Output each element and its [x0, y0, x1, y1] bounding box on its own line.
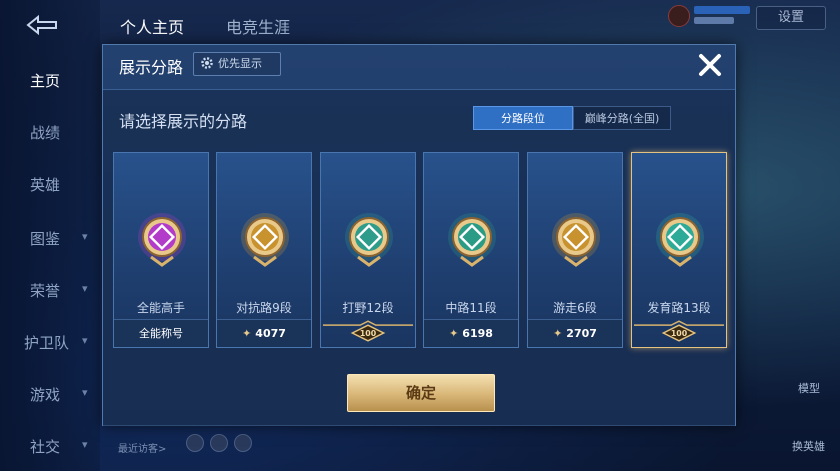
tab-peak-lane[interactable]: 巅峰分路(全国) — [573, 106, 671, 130]
lane-rank-label: 打野12段 — [342, 301, 394, 315]
lane-emblem-icon — [241, 213, 289, 267]
card-footer: ✦ 6198 — [424, 319, 518, 347]
lane-emblem-icon — [448, 213, 496, 267]
priority-display-label: 优先显示 — [218, 57, 262, 70]
sidebar: 主页 战绩 英雄 图鉴 ▾ 荣誉 ▾ 护卫队 ▾ 游戏 ▾ 社交 ▾ — [0, 0, 100, 471]
lane-emblem-icon — [656, 213, 704, 267]
switch-hero-button[interactable]: 换英雄 — [792, 438, 825, 454]
lane-card[interactable]: 对抗路9段 ✦ 4077 — [216, 152, 312, 348]
back-arrow-icon[interactable] — [22, 14, 62, 36]
lane-rank-label: 发育路13段 — [647, 301, 711, 315]
status-badge — [694, 17, 734, 24]
chevron-down-icon: ▾ — [82, 438, 88, 451]
sidebar-item-label: 护卫队 — [24, 334, 70, 352]
settings-button[interactable]: 设置 — [756, 6, 826, 30]
sidebar-item-honor[interactable]: 荣誉 ▾ — [0, 280, 100, 301]
sidebar-item-label: 社交 — [30, 438, 61, 456]
lane-card[interactable]: 打野12段 100 — [320, 152, 416, 348]
model-button[interactable]: 模型 — [798, 380, 820, 396]
card-footer: 全能称号 — [114, 319, 208, 347]
lane-card[interactable]: 全能高手 全能称号 — [113, 152, 209, 348]
tier-value: 100 — [360, 329, 377, 338]
avatar[interactable] — [668, 5, 690, 27]
sidebar-item-label: 主页 — [30, 72, 61, 90]
dialog-body: 请选择展示的分路 分路段位 巅峰分路(全国) 全能高手 全能称号 对抗路9段 ✦ 407… — [103, 89, 735, 426]
tab-profile[interactable]: 个人主页 — [120, 14, 184, 38]
dialog-title: 展示分路 — [119, 58, 184, 77]
card-footer: ✦ 2707 — [528, 319, 622, 347]
rank-points: 2707 — [566, 327, 597, 340]
lane-rank-label: 全能高手 — [136, 301, 185, 315]
points-icon: ✦ — [449, 327, 459, 340]
tab-esports[interactable]: 电竞生涯 — [226, 14, 290, 38]
lane-emblem-icon — [345, 213, 393, 267]
status-badge — [694, 6, 750, 14]
tier-value: 100 — [671, 329, 688, 338]
lane-emblem-icon — [138, 213, 186, 267]
lane-rank-label: 中路11段 — [445, 301, 497, 315]
title-label: 全能称号 — [139, 327, 183, 340]
lane-display-dialog: 展示分路 优先显示 请选择展示的分路 分路段位 巅峰分路(全国) 全能高手全能称… — [102, 44, 736, 426]
lane-card[interactable]: 发育路13段 100 — [631, 152, 727, 348]
sidebar-item-game[interactable]: 游戏 ▾ — [0, 384, 100, 405]
tab-lane-rank[interactable]: 分路段位 — [473, 106, 573, 130]
gear-icon — [201, 57, 213, 69]
lane-rank-label: 游走6段 — [553, 301, 597, 315]
sidebar-item-label: 图鉴 — [30, 230, 61, 248]
dialog-prompt: 请选择展示的分路 — [119, 112, 248, 131]
close-icon[interactable] — [697, 52, 723, 78]
visitor-avatar[interactable] — [186, 434, 204, 452]
points-icon: ✦ — [553, 327, 563, 340]
sidebar-item-label: 游戏 — [30, 386, 61, 404]
sidebar-item-guard[interactable]: 护卫队 ▾ — [0, 332, 100, 353]
chevron-down-icon: ▾ — [82, 282, 88, 295]
chevron-down-icon: ▾ — [82, 334, 88, 347]
visitor-avatar[interactable] — [210, 434, 228, 452]
points-icon: ✦ — [242, 327, 252, 340]
lane-card[interactable]: 中路11段 ✦ 6198 — [423, 152, 519, 348]
sidebar-item-label: 荣誉 — [30, 282, 61, 300]
card-footer: ✦ 4077 — [217, 319, 311, 347]
sidebar-item-record[interactable]: 战绩 — [0, 122, 100, 143]
rank-points: 6198 — [462, 327, 493, 340]
chevron-down-icon: ▾ — [82, 230, 88, 243]
recent-visitors-link[interactable]: 最近访客> — [118, 440, 166, 455]
rank-points: 4077 — [255, 327, 286, 340]
lane-rank-label: 对抗路9段 — [236, 301, 292, 315]
sidebar-item-social[interactable]: 社交 ▾ — [0, 436, 100, 457]
chevron-down-icon: ▾ — [82, 386, 88, 399]
tier-badge-icon: 100 — [633, 320, 725, 342]
sidebar-item-hero[interactable]: 英雄 — [0, 174, 100, 195]
sidebar-item-home[interactable]: 主页 — [0, 70, 100, 91]
tier-badge-icon: 100 — [322, 320, 414, 342]
lane-emblem-icon — [552, 213, 600, 267]
lane-card[interactable]: 游走6段 ✦ 2707 — [527, 152, 623, 348]
sidebar-item-codex[interactable]: 图鉴 ▾ — [0, 228, 100, 249]
sidebar-item-label: 战绩 — [30, 124, 61, 142]
sidebar-item-label: 英雄 — [30, 176, 61, 194]
priority-display-button[interactable]: 优先显示 — [193, 52, 281, 76]
visitor-avatar[interactable] — [234, 434, 252, 452]
confirm-button[interactable]: 确定 — [347, 374, 495, 412]
